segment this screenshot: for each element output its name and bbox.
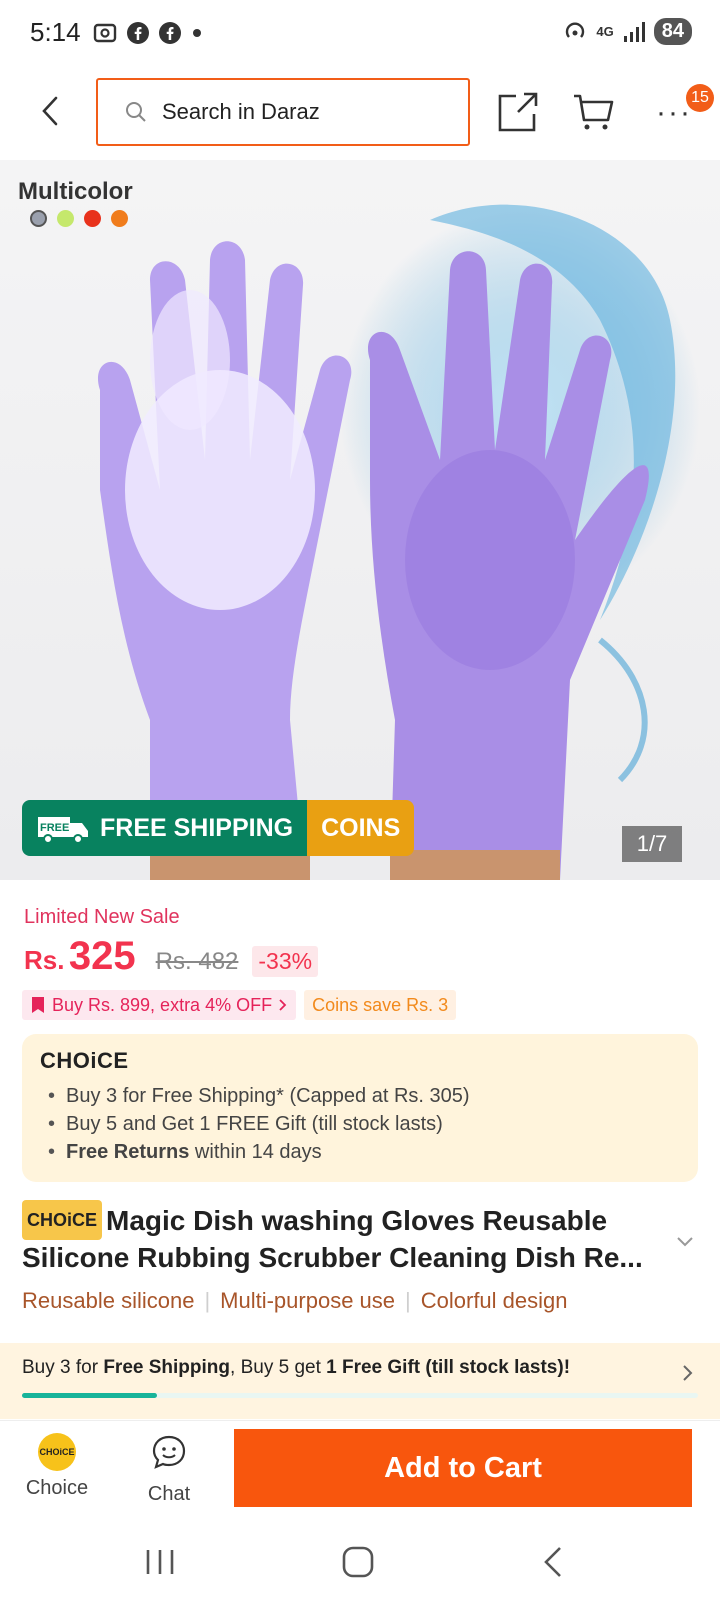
home-icon[interactable] — [338, 1542, 378, 1582]
cart-icon[interactable] — [572, 92, 616, 132]
swatch-color-4[interactable] — [111, 210, 128, 227]
promo-progress-fill — [22, 1393, 158, 1398]
choice-store-button[interactable]: CHOiCE Choice — [12, 1433, 102, 1500]
choice-store-icon: CHOiCE — [38, 1433, 76, 1471]
currency: Rs. — [24, 945, 65, 975]
bottom-action-bar: CHOiCE Choice Chat Add to Cart — [0, 1420, 720, 1520]
status-notification-icons — [92, 20, 204, 46]
system-nav-bar — [0, 1520, 720, 1600]
recent-apps-icon[interactable] — [140, 1542, 180, 1582]
screenshot-icon — [93, 23, 117, 43]
choice-logo: CHOiCE — [40, 1048, 129, 1073]
chat-icon — [152, 1435, 186, 1469]
free-shipping-text: FREE SHIPPING — [100, 813, 294, 842]
facebook-icon — [159, 22, 181, 44]
cart-count-badge: 15 — [686, 84, 714, 112]
chevron-right-icon — [683, 1365, 693, 1381]
product-image — [97, 204, 700, 880]
voucher-promo-text: Buy Rs. 899, extra 4% OFF — [52, 994, 273, 1015]
voucher-promo[interactable]: Buy Rs. 899, extra 4% OFF — [22, 990, 297, 1020]
back-arrow-icon[interactable] — [34, 94, 68, 128]
promo-row: Buy Rs. 899, extra 4% OFF Coins save Rs.… — [22, 990, 457, 1020]
free-shipping-label: FREE FREE SHIPPING — [22, 800, 308, 856]
chevron-right-icon — [279, 999, 287, 1011]
feature-separator: | — [405, 1288, 411, 1313]
battery-level: 84 — [653, 18, 692, 45]
free-shipping-coins-badge: FREE FREE SHIPPING COINS — [22, 800, 415, 856]
product-image-carousel[interactable]: Multicolor FREE FREE SHIPPING COINS 1/7 — [0, 160, 720, 880]
chat-button[interactable]: Chat — [124, 1433, 214, 1506]
status-bar: 5:14 4G 84 — [0, 0, 720, 68]
status-time: 5:14 — [30, 17, 81, 47]
swatch-color-2[interactable] — [57, 210, 74, 227]
color-swatches[interactable] — [30, 210, 128, 227]
feature-item: Reusable silicone — [22, 1288, 195, 1313]
feature-separator: | — [204, 1288, 211, 1313]
add-to-cart-button[interactable]: Add to Cart — [234, 1429, 692, 1507]
original-price: Rs. 482 — [155, 948, 239, 975]
product-title-text: Magic Dish washing Gloves Reusable Silic… — [22, 1205, 643, 1273]
choice-tag: CHOiCE — [22, 1200, 103, 1240]
price-row: Rs. 325 Rs. 482 -33% — [24, 934, 319, 979]
system-back-icon[interactable] — [534, 1542, 574, 1582]
shipping-promo-banner[interactable]: Buy 3 for Free Shipping, Buy 5 get 1 Fre… — [0, 1343, 720, 1419]
price-block: Rs. 325 — [24, 934, 136, 979]
dot-icon — [193, 29, 201, 37]
choice-benefits-box: CHOiCE Buy 3 for Free Shipping* (Capped … — [22, 1034, 698, 1182]
choice-benefit-item: Buy 3 for Free Shipping* (Capped at Rs. … — [40, 1082, 680, 1110]
hotspot-icon — [566, 22, 585, 38]
promo-progress-bar — [22, 1393, 698, 1398]
search-input[interactable]: Search in Daraz — [96, 78, 470, 146]
search-placeholder: Search in Daraz — [162, 99, 320, 124]
chevron-down-icon[interactable] — [674, 1230, 696, 1252]
top-nav: Search in Daraz ··· 15 — [0, 70, 720, 160]
chat-label: Chat — [147, 1483, 191, 1505]
feature-item: Colorful design — [420, 1288, 568, 1313]
free-tag-text: FREE — [40, 822, 69, 834]
sale-label: Limited New Sale — [24, 906, 180, 928]
current-price: 325 — [68, 934, 136, 978]
signal-icon — [623, 21, 645, 42]
feature-item: Multi-purpose use — [220, 1288, 396, 1313]
discount-badge: -33% — [252, 946, 319, 977]
banner-text: Buy 3 for Free Shipping, Buy 5 get 1 Fre… — [22, 1357, 571, 1378]
product-features: Reusable silicone | Multi-purpose use | … — [22, 1288, 568, 1314]
swatch-color-3[interactable] — [84, 210, 101, 227]
facebook-icon — [127, 22, 149, 44]
choice-benefit-item: Buy 5 and Get 1 FREE Gift (till stock la… — [40, 1110, 680, 1138]
coins-save-badge: Coins save Rs. 3 — [304, 990, 457, 1020]
coins-label: COINS — [307, 800, 415, 856]
choice-benefit-list: Buy 3 for Free Shipping* (Capped at Rs. … — [40, 1082, 680, 1166]
choice-store-label: Choice — [25, 1477, 89, 1499]
swatch-color-1[interactable] — [30, 210, 47, 227]
image-counter: 1/7 — [622, 826, 682, 862]
voucher-icon — [32, 997, 44, 1013]
product-title[interactable]: CHOiCE Magic Dish washing Gloves Reusable… — [22, 1200, 662, 1276]
network-type: 4G — [596, 24, 614, 39]
share-icon[interactable] — [496, 90, 540, 134]
choice-benefit-item: Free Returns within 14 days — [40, 1138, 680, 1166]
variant-label: Multicolor — [18, 178, 133, 205]
status-right-icons: 4G 84 — [562, 18, 692, 45]
search-icon — [126, 102, 146, 122]
truck-icon: FREE — [38, 817, 88, 844]
